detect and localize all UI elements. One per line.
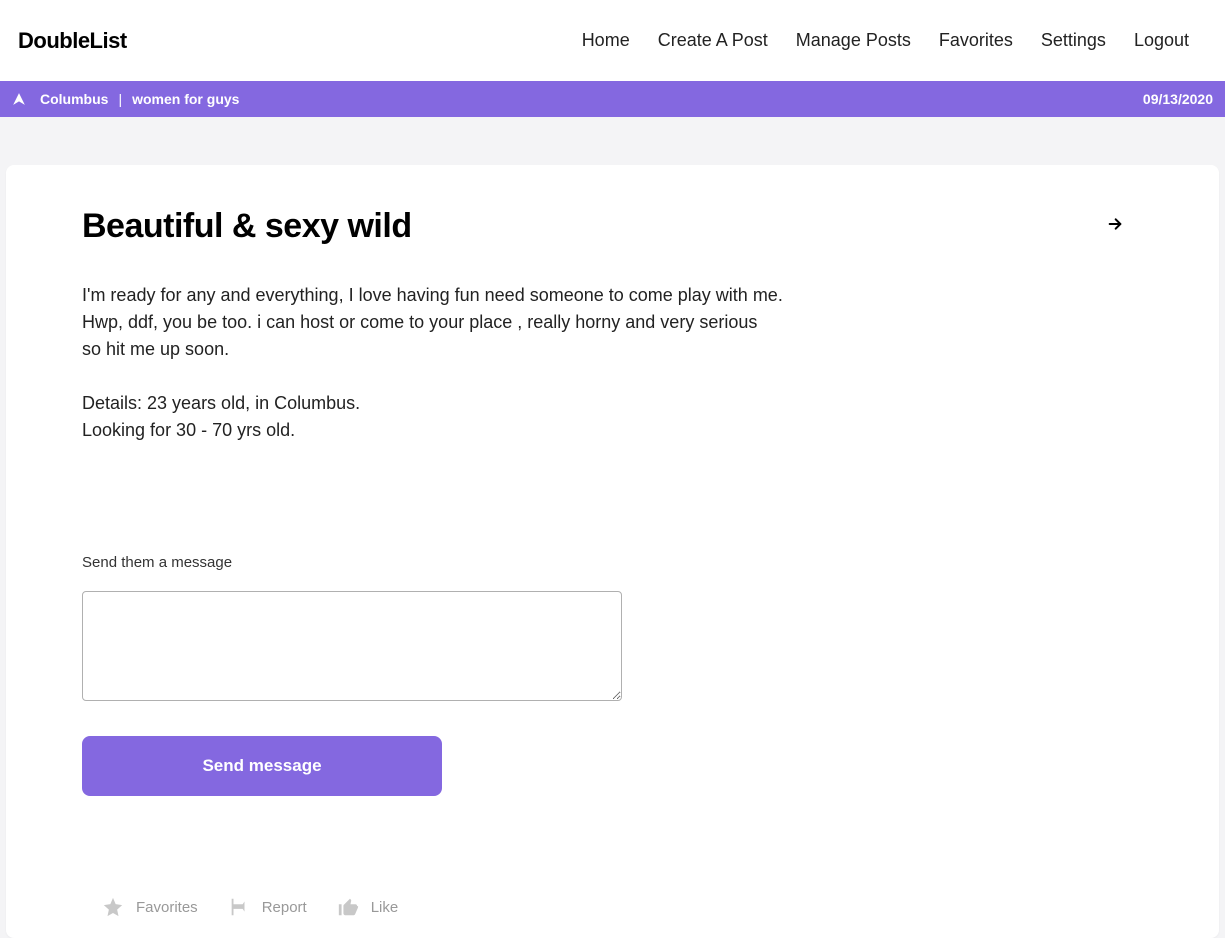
action-bar: Favorites Report Like [82, 896, 1143, 918]
favorites-label: Favorites [136, 899, 198, 916]
main-header: DoubleList Home Create A Post Manage Pos… [0, 0, 1225, 81]
post-title: Beautiful & sexy wild [82, 207, 412, 246]
send-message-button[interactable]: Send message [82, 736, 442, 796]
breadcrumb-category[interactable]: women for guys [132, 91, 239, 107]
message-input[interactable] [82, 591, 622, 701]
nav-home[interactable]: Home [582, 30, 630, 51]
main-nav: Home Create A Post Manage Posts Favorite… [582, 30, 1207, 51]
logo[interactable]: DoubleList [18, 28, 127, 54]
next-arrow-icon[interactable] [1101, 210, 1129, 243]
post-card: Beautiful & sexy wild I'm ready for any … [6, 165, 1219, 938]
like-button[interactable]: Like [337, 896, 399, 918]
message-section: Send them a message Send message [82, 554, 1143, 796]
sub-header: Columbus | women for guys 09/13/2020 [0, 81, 1225, 117]
report-label: Report [262, 899, 307, 916]
breadcrumb-location[interactable]: Columbus [40, 91, 108, 107]
nav-settings[interactable]: Settings [1041, 30, 1106, 51]
nav-manage-posts[interactable]: Manage Posts [796, 30, 911, 51]
favorites-button[interactable]: Favorites [102, 896, 198, 918]
breadcrumb-separator: | [118, 91, 122, 107]
nav-favorites[interactable]: Favorites [939, 30, 1013, 51]
nav-logout[interactable]: Logout [1134, 30, 1189, 51]
location-icon [12, 92, 26, 106]
star-icon [102, 896, 124, 918]
like-label: Like [371, 899, 399, 916]
report-button[interactable]: Report [228, 896, 307, 918]
flag-icon [228, 896, 250, 918]
thumbs-up-icon [337, 896, 359, 918]
nav-create-post[interactable]: Create A Post [658, 30, 768, 51]
breadcrumb: Columbus | women for guys [12, 91, 239, 107]
post-body: I'm ready for any and everything, I love… [82, 282, 802, 444]
title-row: Beautiful & sexy wild [82, 207, 1143, 246]
message-label: Send them a message [82, 554, 1143, 571]
post-date: 09/13/2020 [1143, 91, 1213, 107]
